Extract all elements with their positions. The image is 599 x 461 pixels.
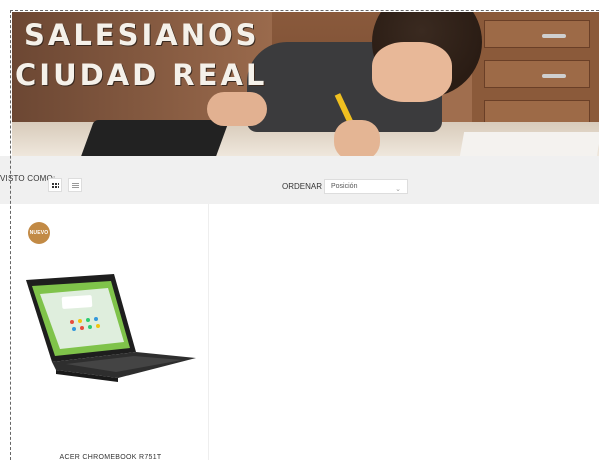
- page-frame: [10, 10, 599, 460]
